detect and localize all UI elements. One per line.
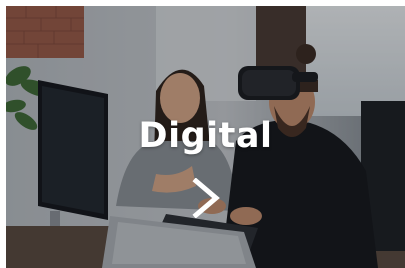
category-card-digital[interactable]: Digital [6, 6, 405, 268]
card-title: Digital [138, 116, 273, 156]
chevron-right-icon[interactable] [190, 178, 230, 218]
